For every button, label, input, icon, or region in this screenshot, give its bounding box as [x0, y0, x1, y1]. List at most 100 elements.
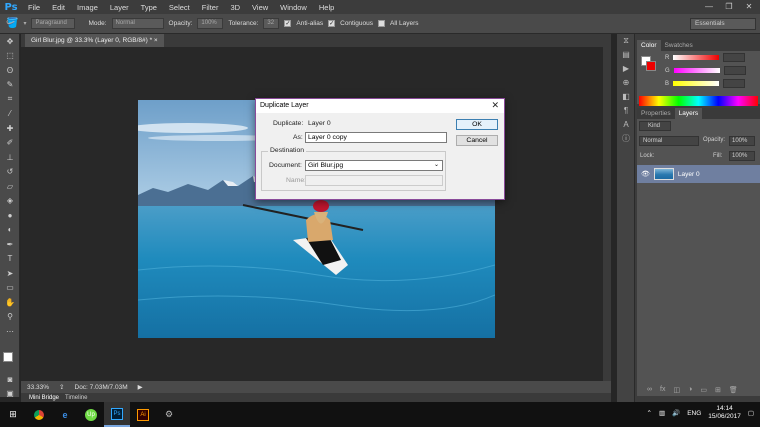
- as-input[interactable]: Layer 0 copy: [305, 132, 447, 143]
- menu-view[interactable]: View: [246, 3, 274, 12]
- ok-button[interactable]: OK: [456, 119, 498, 130]
- fill-input[interactable]: 100%: [729, 151, 755, 161]
- tray-chevron-icon[interactable]: ⌃: [647, 409, 652, 417]
- marquee-tool-icon[interactable]: ⬚: [0, 49, 20, 64]
- blur-tool-icon[interactable]: ●: [0, 208, 20, 223]
- eraser-tool-icon[interactable]: ▱: [0, 179, 20, 194]
- opacity-input[interactable]: 100%: [197, 18, 224, 29]
- menu-window[interactable]: Window: [274, 3, 313, 12]
- history-icon[interactable]: ⧖: [617, 34, 635, 48]
- add-mask-icon[interactable]: ◫: [673, 386, 680, 394]
- pen-tool-icon[interactable]: ✒: [0, 237, 20, 252]
- lasso-tool-icon[interactable]: ʘ: [0, 63, 20, 78]
- cancel-button[interactable]: Cancel: [456, 135, 498, 146]
- brush-tool-icon[interactable]: ✐: [0, 136, 20, 151]
- green-slider[interactable]: [673, 68, 720, 73]
- brush-presets-icon[interactable]: ▤: [617, 48, 635, 62]
- shape-tool-icon[interactable]: ▭: [0, 281, 20, 296]
- photoshop-taskbar-icon[interactable]: Ps: [104, 402, 130, 427]
- quick-select-tool-icon[interactable]: ✎: [0, 78, 20, 93]
- tab-properties[interactable]: Properties: [637, 108, 675, 119]
- menu-select[interactable]: Select: [163, 3, 196, 12]
- tool-preset-arrow-icon[interactable]: ▾: [23, 20, 26, 27]
- crop-tool-icon[interactable]: ⌗: [0, 92, 20, 107]
- menu-filter[interactable]: Filter: [196, 3, 225, 12]
- layer-filter-kind[interactable]: Kind: [639, 121, 671, 131]
- character-icon[interactable]: A: [617, 118, 635, 132]
- foreground-color-swatch[interactable]: [3, 352, 13, 362]
- color-bg-swatch[interactable]: [646, 61, 656, 71]
- dodge-tool-icon[interactable]: ◐: [0, 223, 20, 238]
- upwork-icon[interactable]: Up: [78, 402, 104, 427]
- start-icon[interactable]: ⊞: [0, 402, 26, 427]
- layer-style-icon[interactable]: fx: [660, 386, 665, 394]
- red-value[interactable]: [723, 53, 746, 62]
- menu-type[interactable]: Type: [135, 3, 163, 12]
- document-tab[interactable]: Girl Blur.jpg @ 33.3% (Layer 0, RGB/8#) …: [25, 34, 164, 47]
- delete-layer-icon[interactable]: 🗑: [729, 386, 738, 394]
- more-tools-icon[interactable]: ⋯: [0, 324, 20, 339]
- language-indicator[interactable]: ENG: [687, 410, 701, 417]
- illustrator-taskbar-icon[interactable]: Ai: [130, 402, 156, 427]
- clone-source-icon[interactable]: ⊕: [617, 76, 635, 90]
- new-layer-icon[interactable]: ⊞: [715, 386, 721, 394]
- status-arrow-icon[interactable]: ▶: [138, 383, 143, 391]
- history-brush-tool-icon[interactable]: ↺: [0, 165, 20, 180]
- workspace-scrollbar[interactable]: [603, 47, 611, 381]
- export-icon[interactable]: ⇪: [59, 383, 64, 391]
- healing-brush-tool-icon[interactable]: ✚: [0, 121, 20, 136]
- clone-stamp-tool-icon[interactable]: ⊥: [0, 150, 20, 165]
- actions-icon[interactable]: ▶: [617, 62, 635, 76]
- eyedropper-tool-icon[interactable]: ⁄: [0, 107, 20, 122]
- tab-mini-bridge[interactable]: Mini Bridge: [29, 395, 59, 401]
- adjustments-icon[interactable]: ◧: [617, 90, 635, 104]
- menu-help[interactable]: Help: [313, 3, 340, 12]
- group-icon[interactable]: ▭: [700, 386, 707, 394]
- workspace-select[interactable]: Essentials: [690, 18, 756, 30]
- contiguous-checkbox[interactable]: ✓: [328, 20, 336, 27]
- layer-name[interactable]: Layer 0: [678, 171, 700, 178]
- paragraph-icon[interactable]: ¶: [617, 104, 635, 118]
- menu-layer[interactable]: Layer: [104, 3, 135, 12]
- close-icon[interactable]: ✕: [742, 1, 756, 12]
- layer-opacity-input[interactable]: 100%: [729, 136, 755, 146]
- tab-timeline[interactable]: Timeline: [65, 395, 87, 401]
- type-tool-icon[interactable]: T: [0, 252, 20, 267]
- paint-bucket-icon[interactable]: 🪣: [6, 18, 18, 29]
- clock[interactable]: 14:14 15/06/2017: [708, 405, 741, 421]
- edge-icon[interactable]: e: [52, 402, 78, 427]
- mode-select[interactable]: Normal: [111, 18, 164, 29]
- steam-icon[interactable]: ⚙: [156, 402, 182, 427]
- link-layers-icon[interactable]: ∞: [647, 386, 652, 394]
- menu-3d[interactable]: 3D: [224, 3, 246, 12]
- dialog-close-icon[interactable]: ✕: [491, 100, 499, 111]
- screen-mode-icon[interactable]: ▣: [0, 386, 20, 401]
- paint-bucket-tool-icon[interactable]: ◈: [0, 194, 20, 209]
- menu-image[interactable]: Image: [71, 3, 104, 12]
- antialias-checkbox[interactable]: ✓: [284, 20, 292, 27]
- tolerance-input[interactable]: 32: [263, 18, 280, 29]
- notifications-icon[interactable]: ▢: [748, 409, 754, 417]
- info-icon[interactable]: ⓘ: [617, 132, 635, 146]
- minimize-icon[interactable]: —: [702, 1, 716, 12]
- restore-icon[interactable]: ❐: [722, 1, 736, 12]
- menu-edit[interactable]: Edit: [46, 3, 71, 12]
- quick-mask-icon[interactable]: ◙: [0, 372, 20, 387]
- adjustment-layer-icon[interactable]: ◑: [688, 386, 692, 394]
- fill-source-select[interactable]: Paragraund: [31, 18, 76, 29]
- color-spectrum[interactable]: [639, 96, 758, 106]
- zoom-tool-icon[interactable]: ⚲: [0, 310, 20, 325]
- tab-color[interactable]: Color: [637, 40, 661, 51]
- chrome-icon[interactable]: [26, 402, 52, 427]
- visibility-eye-icon[interactable]: 👁: [641, 170, 650, 178]
- blue-slider[interactable]: [673, 81, 720, 86]
- red-slider[interactable]: [673, 55, 720, 60]
- blend-mode-select[interactable]: Normal: [639, 136, 699, 146]
- network-icon[interactable]: ▥: [659, 409, 665, 417]
- zoom-level[interactable]: 33.33%: [27, 384, 49, 391]
- green-value[interactable]: [723, 66, 746, 75]
- blue-value[interactable]: [723, 79, 746, 88]
- tab-swatches[interactable]: Swatches: [661, 40, 697, 51]
- layer-row[interactable]: 👁 Layer 0: [637, 165, 760, 183]
- hand-tool-icon[interactable]: ✋: [0, 295, 20, 310]
